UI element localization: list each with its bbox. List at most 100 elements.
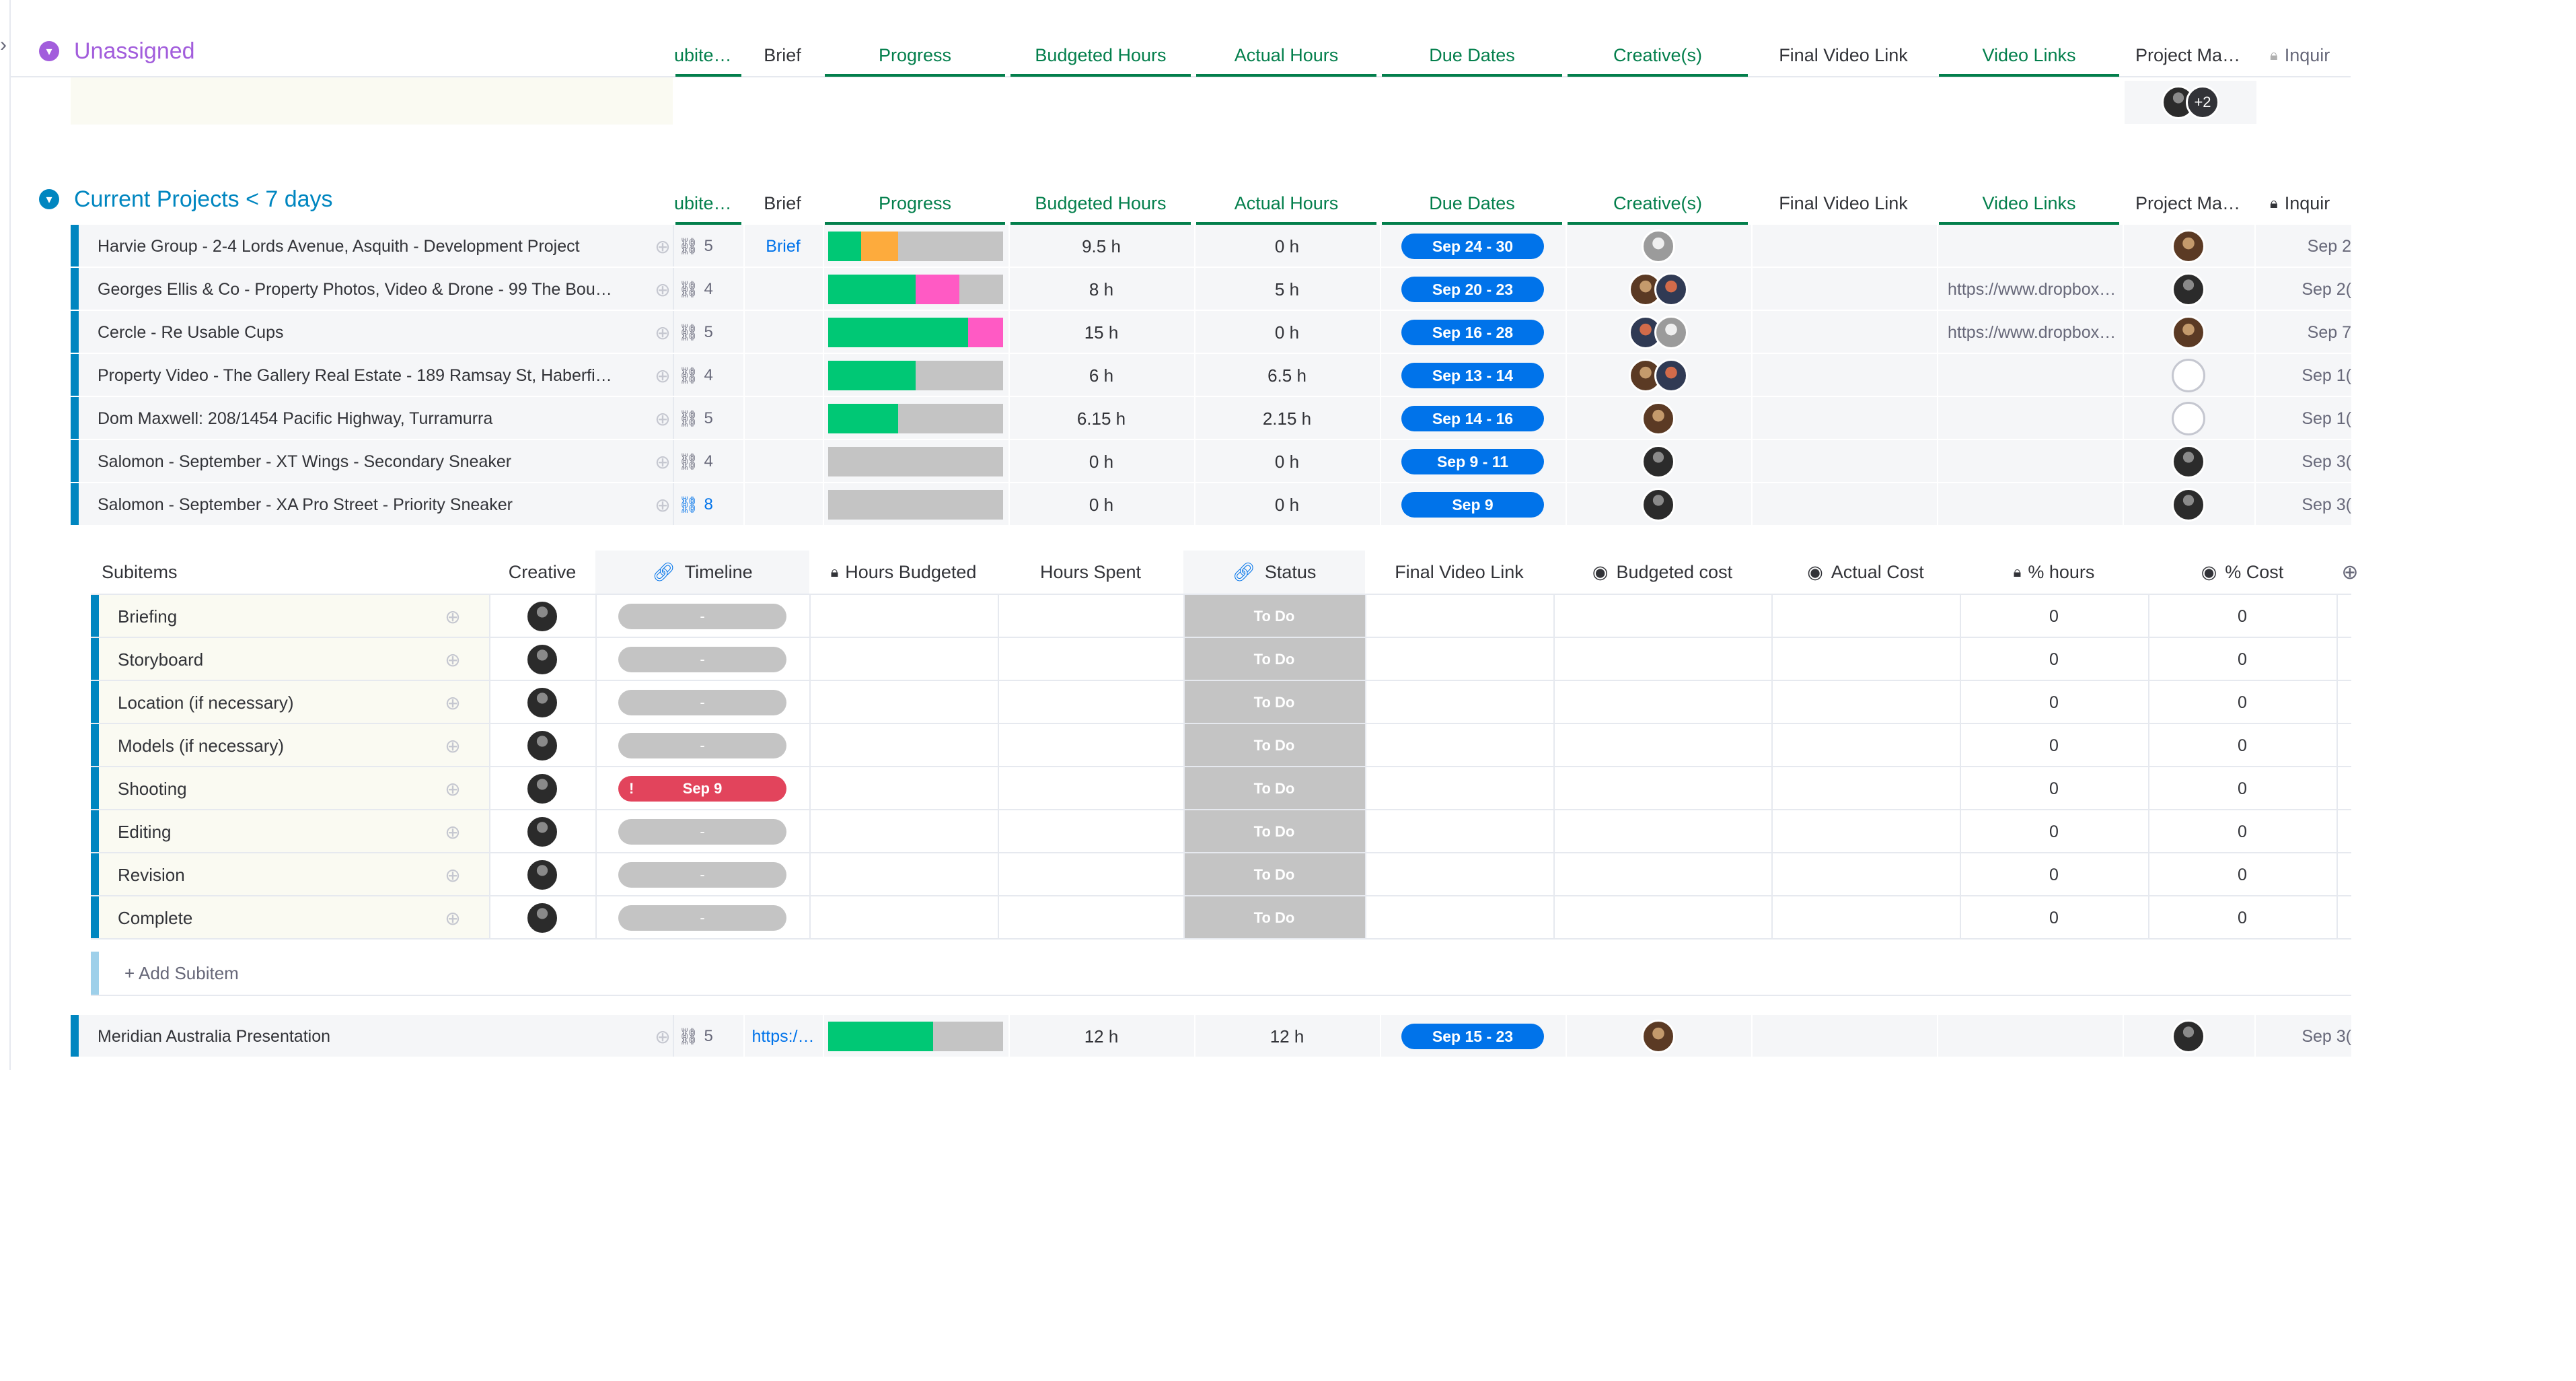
actual-cost-cell[interactable] xyxy=(1771,681,1960,724)
inquiry-cell[interactable]: Sep 1( xyxy=(2254,397,2351,440)
timeline-pill[interactable]: - xyxy=(618,647,786,672)
avatar-more-count[interactable]: +2 xyxy=(2186,85,2219,119)
subitem-row[interactable]: Models (if necessary) ⊕ - To Do 0 0 xyxy=(91,724,2351,767)
pct-hours-cell[interactable]: 0 xyxy=(1960,896,2148,940)
creative-cell[interactable] xyxy=(489,724,595,767)
timeline-pill[interactable]: - xyxy=(618,733,786,758)
hours-budgeted-cell[interactable] xyxy=(809,810,998,853)
timeline-cell[interactable]: - xyxy=(595,724,809,767)
video-links-cell[interactable]: https://www.dropbox… xyxy=(1937,311,2133,354)
subitem-name[interactable]: Complete xyxy=(118,896,441,940)
item-name[interactable]: Harvie Group - 2-4 Lords Avenue, Asquith… xyxy=(98,225,690,268)
due-dates-cell[interactable]: Sep 9 xyxy=(1380,483,1566,526)
subitem-row[interactable]: Complete ⊕ - To Do 0 0 xyxy=(91,896,2351,940)
inquiry-cell[interactable]: Sep 1( xyxy=(2254,354,2351,397)
creatives-cell[interactable] xyxy=(1566,483,1751,526)
subitem-name[interactable]: Storyboard xyxy=(118,638,441,681)
due-date-pill[interactable]: Sep 9 xyxy=(1401,492,1544,518)
pct-hours-cell[interactable]: 0 xyxy=(1960,810,2148,853)
creatives-cell[interactable] xyxy=(1566,440,1751,483)
subcolumn-final-video-link[interactable]: Final Video Link xyxy=(1365,551,1553,594)
group-title[interactable]: Current Projects < 7 days xyxy=(74,186,333,213)
budgeted-hours-cell[interactable]: 0 h xyxy=(1008,483,1194,526)
unassigned-pm-cell[interactable]: +2 xyxy=(2125,81,2256,124)
project-manager-cell[interactable] xyxy=(2123,311,2254,354)
pct-cost-cell[interactable]: 0 xyxy=(2148,853,2336,896)
actual-cost-cell[interactable] xyxy=(1771,638,1960,681)
avatar[interactable] xyxy=(1654,273,1688,306)
add-update-icon[interactable]: ⊕ xyxy=(433,638,473,681)
brief-cell[interactable]: Brief xyxy=(743,225,823,268)
add-update-icon[interactable]: ⊕ xyxy=(433,853,473,896)
add-update-icon[interactable]: ⊕ xyxy=(649,440,676,483)
status-cell[interactable]: To Do xyxy=(1183,681,1365,724)
hours-budgeted-cell[interactable] xyxy=(809,853,998,896)
add-update-icon[interactable]: ⊕ xyxy=(433,724,473,767)
subitem-name[interactable]: Briefing xyxy=(118,595,441,638)
subcolumn-creative[interactable]: Creative xyxy=(489,551,595,594)
final-video-link-cell[interactable] xyxy=(1365,853,1553,896)
add-update-icon[interactable]: ⊕ xyxy=(649,311,676,354)
column-actual-hours[interactable]: Actual Hours xyxy=(1193,34,1379,77)
avatar[interactable] xyxy=(525,858,559,892)
subitem-name[interactable]: Revision xyxy=(118,853,441,896)
final-video-link-cell[interactable] xyxy=(1365,767,1553,810)
budgeted-cost-cell[interactable] xyxy=(1553,724,1771,767)
avatar[interactable] xyxy=(2172,488,2205,522)
column-creatives[interactable]: Creative(s) xyxy=(1565,182,1751,225)
add-subitem-button[interactable]: + Add Subitem xyxy=(124,952,239,995)
avatar[interactable] xyxy=(525,600,559,633)
item-name[interactable]: Georges Ellis & Co - Property Photos, Vi… xyxy=(98,268,690,311)
creative-cell[interactable] xyxy=(489,853,595,896)
pct-cost-cell[interactable]: 0 xyxy=(2148,767,2336,810)
timeline-cell[interactable]: - xyxy=(595,810,809,853)
budgeted-hours-cell[interactable]: 8 h xyxy=(1008,268,1194,311)
hours-budgeted-cell[interactable] xyxy=(809,767,998,810)
actual-cost-cell[interactable] xyxy=(1771,724,1960,767)
due-dates-cell[interactable]: Sep 20 - 23 xyxy=(1380,268,1566,311)
subcolumn-status[interactable]: 🔗︎ Status xyxy=(1183,551,1365,594)
actual-hours-cell[interactable]: 0 h xyxy=(1194,440,1380,483)
project-manager-cell[interactable] xyxy=(2123,483,2254,526)
item-row[interactable]: Harvie Group - 2-4 Lords Avenue, Asquith… xyxy=(71,225,2351,268)
creative-cell[interactable] xyxy=(489,638,595,681)
timeline-pill[interactable]: - xyxy=(618,604,786,629)
brief-cell[interactable] xyxy=(743,483,823,526)
column-due-dates[interactable]: Due Dates xyxy=(1379,182,1565,225)
creatives-cell[interactable] xyxy=(1566,354,1751,397)
avatar[interactable] xyxy=(1642,402,1675,435)
avatar[interactable] xyxy=(1642,488,1675,522)
avatar[interactable] xyxy=(525,643,559,676)
timeline-pill[interactable]: - xyxy=(618,819,786,845)
column-subitems[interactable]: ubite… xyxy=(673,182,744,225)
avatar[interactable] xyxy=(525,686,559,719)
inquiry-cell[interactable]: Sep 2( xyxy=(2254,268,2351,311)
final-video-link-cell[interactable] xyxy=(1365,638,1553,681)
actual-hours-cell[interactable]: 0 h xyxy=(1194,225,1380,268)
column-video-links[interactable]: Video Links xyxy=(1936,182,2122,225)
column-project-manager[interactable]: Project Ma… xyxy=(2122,182,2254,225)
pct-hours-cell[interactable]: 0 xyxy=(1960,638,2148,681)
budgeted-cost-cell[interactable] xyxy=(1553,681,1771,724)
avatar[interactable] xyxy=(1642,1020,1675,1053)
avatar[interactable] xyxy=(2172,445,2205,479)
collapse-sidebar-chevron-icon[interactable]: › xyxy=(0,34,7,57)
avatar[interactable] xyxy=(2172,316,2205,349)
brief-cell[interactable] xyxy=(743,397,823,440)
video-links-cell[interactable] xyxy=(1937,440,2133,483)
hours-spent-cell[interactable] xyxy=(998,595,1183,638)
avatar[interactable] xyxy=(2172,1020,2205,1053)
creative-cell[interactable] xyxy=(489,810,595,853)
item-row[interactable]: Georges Ellis & Co - Property Photos, Vi… xyxy=(71,268,2351,311)
actual-cost-cell[interactable] xyxy=(1771,767,1960,810)
final-video-link-cell[interactable] xyxy=(1365,810,1553,853)
due-date-pill[interactable]: Sep 14 - 16 xyxy=(1401,406,1544,431)
project-manager-cell[interactable] xyxy=(2123,268,2254,311)
subcolumn-timeline[interactable]: 🔗︎ Timeline xyxy=(595,551,809,594)
actual-hours-cell[interactable]: 6.5 h xyxy=(1194,354,1380,397)
project-manager-cell[interactable] xyxy=(2123,354,2254,397)
project-manager-cell[interactable] xyxy=(2123,1015,2254,1058)
budgeted-hours-cell[interactable]: 0 h xyxy=(1008,440,1194,483)
brief-cell[interactable] xyxy=(743,311,823,354)
timeline-pill[interactable]: ! Sep 9 xyxy=(618,776,786,802)
